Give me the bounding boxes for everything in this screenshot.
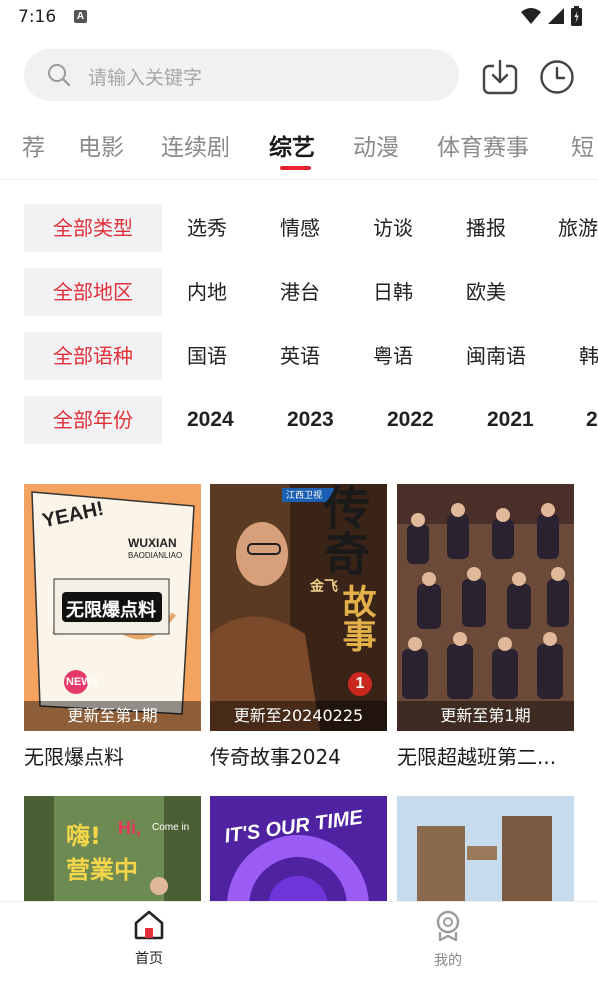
- filter-type-selected[interactable]: 全部类型: [24, 204, 162, 252]
- poster-image: 嗨! Hi, Come in 营業中: [24, 796, 201, 901]
- poster-text: NEWS: [66, 676, 99, 688]
- filter-option[interactable]: 2023: [287, 396, 334, 444]
- poster-text: 营業中: [66, 856, 138, 884]
- filter-option[interactable]: 播报: [466, 204, 506, 252]
- poster-text: 无限爆点料: [66, 600, 156, 621]
- filter-option[interactable]: 粤语: [373, 332, 413, 380]
- nav-profile-label: 我的: [434, 953, 462, 969]
- filter-panel: 全部类型 选秀 情感 访谈 播报 旅游 全部地区 内地 港台 日韩 欧美 全部语…: [0, 204, 598, 449]
- poster-text: 故事: [336, 584, 376, 652]
- poster-art: [397, 796, 574, 901]
- download-icon[interactable]: [481, 58, 519, 96]
- filter-option[interactable]: 旅游: [558, 204, 598, 252]
- poster-image: 更新至第1期: [397, 484, 574, 731]
- search-bar[interactable]: 请输入关键字: [24, 49, 459, 101]
- poster-text: WUXIAN: [128, 536, 177, 550]
- show-card[interactable]: IT'S OUR TIME: [210, 796, 387, 901]
- signal-icon: [548, 8, 564, 24]
- show-title: 无限爆点料: [24, 745, 124, 769]
- bottom-nav: 首页 我的: [0, 901, 598, 999]
- poster-image: IT'S OUR TIME: [210, 796, 387, 901]
- poster-text: 江西卫视: [286, 491, 323, 501]
- tab-movie[interactable]: 电影: [78, 128, 124, 162]
- filter-region-selected[interactable]: 全部地区: [24, 268, 162, 316]
- filter-option[interactable]: 2022: [387, 396, 434, 444]
- filter-option[interactable]: 国语: [187, 332, 227, 380]
- status-bar: 7:16 A: [0, 0, 598, 34]
- tab-short[interactable]: 短: [571, 128, 594, 162]
- poster-text: 1: [348, 672, 372, 696]
- filter-option[interactable]: 情感: [280, 204, 320, 252]
- nav-home[interactable]: 首页: [109, 910, 189, 968]
- poster-text: 金飞: [310, 579, 338, 595]
- filter-option[interactable]: 港台: [280, 268, 320, 316]
- show-title: 传奇故事2024: [210, 745, 341, 769]
- filter-option[interactable]: 闽南语: [466, 332, 526, 380]
- show-card[interactable]: [397, 796, 574, 901]
- filter-option[interactable]: 欧美: [466, 268, 506, 316]
- filter-option[interactable]: 韩: [579, 332, 598, 380]
- poster-image: 传奇 故事 金飞 1 江西卫视 更新至20240225: [210, 484, 387, 731]
- show-card[interactable]: 传奇 故事 金飞 1 江西卫视 更新至20240225 传奇故事2024: [210, 484, 387, 784]
- show-card[interactable]: YEAH! WUXIAN BAODIANLIAO 无限爆点料 NEWS 更新至第…: [24, 484, 201, 784]
- poster-text: BAODIANLIAO: [128, 551, 183, 560]
- nav-profile[interactable]: 我的: [408, 910, 488, 970]
- filter-language-selected[interactable]: 全部语种: [24, 332, 162, 380]
- filter-option[interactable]: 访谈: [373, 204, 413, 252]
- home-icon: [134, 910, 164, 940]
- update-badge: 更新至第1期: [24, 701, 201, 731]
- category-tabs: 荐 电影 连续剧 综艺 动漫 体育赛事 短: [0, 118, 598, 178]
- filter-option[interactable]: 英语: [280, 332, 320, 380]
- filter-row-region: 全部地区 内地 港台 日韩 欧美: [0, 268, 598, 316]
- filter-option[interactable]: 内地: [187, 268, 227, 316]
- filter-year-selected[interactable]: 全部年份: [24, 396, 162, 444]
- history-icon[interactable]: [538, 58, 576, 96]
- poster-image: [397, 796, 574, 901]
- notification-icon: A: [74, 10, 87, 23]
- active-tab-indicator: [280, 166, 311, 170]
- poster-text: Come in: [152, 822, 190, 833]
- poster-text: 嗨!: [66, 822, 101, 850]
- filter-option[interactable]: 日韩: [373, 268, 413, 316]
- filter-option[interactable]: 2021: [487, 396, 534, 444]
- nav-home-label: 首页: [135, 951, 163, 967]
- filter-option[interactable]: 2024: [187, 396, 234, 444]
- update-badge: 更新至20240225: [210, 701, 387, 731]
- poster-art: [397, 484, 574, 731]
- filter-option[interactable]: 选秀: [187, 204, 227, 252]
- wifi-icon: [521, 8, 541, 24]
- filter-row-year: 全部年份 2024 2023 2022 2021 2: [0, 396, 598, 444]
- poster-text: Hi,: [118, 818, 142, 838]
- filter-option[interactable]: 2: [586, 396, 598, 444]
- battery-icon: [571, 6, 582, 26]
- poster-image: YEAH! WUXIAN BAODIANLIAO 无限爆点料 NEWS 更新至第…: [24, 484, 201, 731]
- system-icons: [521, 6, 582, 26]
- tab-anime[interactable]: 动漫: [353, 128, 399, 162]
- show-title: 无限超越班第二...: [397, 745, 557, 769]
- poster-art: [24, 796, 201, 901]
- status-time: 7:16: [18, 7, 57, 27]
- filter-row-language: 全部语种 国语 英语 粤语 闽南语 韩: [0, 332, 598, 380]
- search-input[interactable]: 请输入关键字: [88, 63, 202, 90]
- tab-sports[interactable]: 体育赛事: [437, 128, 529, 162]
- tab-variety[interactable]: 综艺: [269, 128, 315, 162]
- filter-row-type: 全部类型 选秀 情感 访谈 播报 旅游: [0, 204, 598, 252]
- tab-recommend[interactable]: 荐: [22, 128, 45, 162]
- profile-icon: [436, 910, 460, 942]
- show-card[interactable]: 嗨! Hi, Come in 营業中: [24, 796, 201, 901]
- update-badge: 更新至第1期: [397, 701, 574, 731]
- search-icon: [48, 64, 71, 87]
- divider: [0, 179, 598, 180]
- poster-text: 传奇: [317, 484, 371, 576]
- show-card[interactable]: 更新至第1期 无限超越班第二...: [397, 484, 574, 784]
- tab-series[interactable]: 连续剧: [161, 128, 230, 162]
